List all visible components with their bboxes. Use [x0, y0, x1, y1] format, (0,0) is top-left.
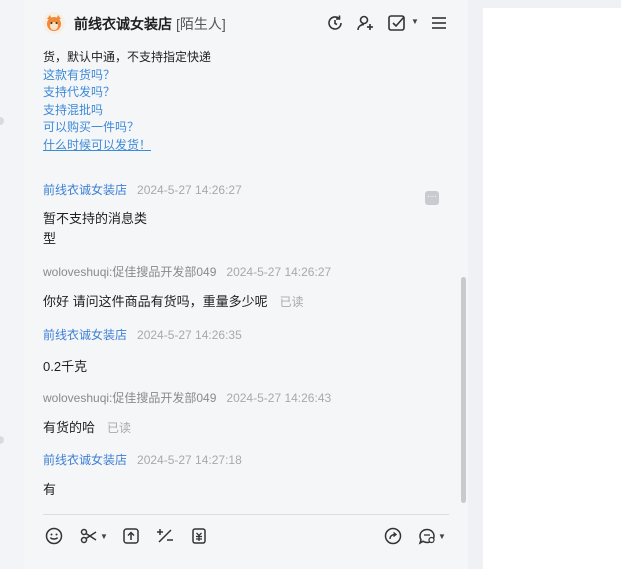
- sender-name[interactable]: 前线衣诚女装店: [43, 183, 127, 197]
- message-bubble-partial: …………………………………………………… 货，默认中通，不支持指定快递 这款有货…: [43, 44, 283, 155]
- chevron-down-icon: ▼: [100, 531, 108, 541]
- chevron-down-icon: ▼: [411, 17, 419, 26]
- scissors-icon: [80, 528, 97, 544]
- task-check-icon: [388, 15, 405, 31]
- add-contact-button[interactable]: [354, 12, 376, 34]
- message-header: woloveshuqi:促佳搜品开发部049 2024-5-27 14:26:27: [43, 263, 331, 280]
- message-item: 前线衣诚女装店 2024-5-27 14:26:27 暂不支持的消息类 型: [43, 181, 242, 249]
- upload-icon: [123, 528, 139, 544]
- message-line: 有货的哈: [43, 420, 96, 435]
- upload-button[interactable]: [121, 526, 141, 546]
- message-text: 货，默认中通，不支持指定快递: [43, 50, 212, 64]
- message-text: 你好 请问这件商品有货吗，重量多少呢 已读: [43, 291, 331, 310]
- read-status: 已读: [107, 421, 132, 435]
- message-text: 有: [43, 479, 242, 498]
- quick-question-links: 这款有货吗？ 支持代发吗？ 支持混批吗 可以购买一件吗？ 什么时候可以发货！: [43, 67, 283, 155]
- menu-icon: [432, 17, 446, 29]
- more-options-button[interactable]: ···: [425, 191, 439, 205]
- shop-name: 前线衣诚女装店: [74, 16, 172, 32]
- message-item: 前线衣诚女装店 2024-5-27 14:26:35 0.2千克: [43, 326, 242, 375]
- message-item: woloveshuqi:促佳搜品开发部049 2024-5-27 14:26:27…: [43, 263, 331, 310]
- cut-off-line: ……………………………………………………: [43, 44, 283, 48]
- message-list: …………………………………………………… 货，默认中通，不支持指定快递 这款有货…: [24, 44, 468, 512]
- sender-name[interactable]: woloveshuqi:促佳搜品开发部049: [43, 265, 216, 279]
- input-divider: [43, 514, 449, 515]
- message-header: 前线衣诚女装店 2024-5-27 14:26:35: [43, 326, 242, 343]
- message-line: 你好 请问这件商品有货吗，重量多少呢: [43, 294, 268, 309]
- history-button[interactable]: [324, 12, 346, 34]
- quick-question-link[interactable]: 什么时候可以发货！: [43, 137, 283, 155]
- chat-title: 前线衣诚女装店 [陌生人]: [74, 14, 226, 34]
- message-line: 型: [43, 231, 57, 246]
- strip-marker: [0, 117, 4, 125]
- order-button[interactable]: [189, 526, 209, 546]
- share-icon: [384, 527, 402, 545]
- message-time: 2024-5-27 14:26:35: [137, 328, 242, 342]
- discount-button[interactable]: [155, 526, 175, 546]
- strip-marker: [0, 436, 4, 444]
- message-text: 有货的哈 已读: [43, 417, 331, 436]
- sender-name[interactable]: 前线衣诚女装店: [43, 328, 127, 342]
- message-line: 0.2千克: [43, 359, 88, 374]
- message-text: 暂不支持的消息类 型: [43, 209, 242, 249]
- screenshot-button[interactable]: ▼: [79, 526, 108, 546]
- message-time: 2024-5-27 14:27:18: [137, 453, 242, 467]
- message-time: 2024-5-27 14:26:27: [137, 183, 242, 197]
- right-side-panel: [483, 8, 621, 569]
- cat-face-icon: [47, 15, 61, 31]
- quick-reply-icon: [418, 528, 435, 545]
- add-contact-icon: [357, 15, 373, 31]
- message-header: 前线衣诚女装店 2024-5-27 14:26:27: [43, 181, 242, 198]
- chat-header: 前线衣诚女装店 [陌生人] ▼: [24, 0, 468, 44]
- task-check-button[interactable]: ▼: [386, 12, 419, 34]
- emoji-button[interactable]: [44, 526, 64, 546]
- message-text: 0.2千克: [43, 356, 242, 375]
- sender-name[interactable]: woloveshuqi:促佳搜品开发部049: [43, 391, 216, 405]
- message-time: 2024-5-27 14:26:27: [226, 265, 332, 279]
- sender-name[interactable]: 前线衣诚女装店: [43, 453, 127, 467]
- message-line: 暂不支持的消息类: [43, 211, 148, 226]
- stranger-tag: [陌生人]: [176, 16, 226, 32]
- quick-question-link[interactable]: 可以购买一件吗？: [43, 119, 283, 137]
- message-item: 前线衣诚女装店 2024-5-27 14:27:18 有: [43, 451, 242, 498]
- emoji-icon: [45, 527, 63, 545]
- message-item: woloveshuqi:促佳搜品开发部049 2024-5-27 14:26:43…: [43, 389, 331, 436]
- shop-avatar[interactable]: [43, 12, 65, 34]
- order-icon: [192, 528, 206, 544]
- quick-question-link[interactable]: 这款有货吗？: [43, 67, 283, 85]
- message-scrollbar[interactable]: [461, 277, 466, 503]
- discount-icon: [157, 529, 173, 543]
- quick-question-link[interactable]: 支持代发吗？: [43, 84, 283, 102]
- left-strip: [0, 0, 25, 569]
- quick-reply-button[interactable]: ▼: [417, 526, 446, 546]
- menu-button[interactable]: [428, 12, 450, 34]
- share-button[interactable]: [383, 526, 403, 546]
- read-status: 已读: [279, 295, 304, 309]
- message-line: 有: [43, 482, 57, 497]
- chevron-down-icon: ▼: [438, 531, 446, 541]
- quick-question-link[interactable]: 支持混批吗: [43, 102, 283, 120]
- message-header: 前线衣诚女装店 2024-5-27 14:27:18: [43, 451, 242, 468]
- history-icon: [328, 15, 342, 30]
- chat-panel: 前线衣诚女装店 [陌生人] ▼ 货，默认中通，不支持指定快递 这款有货吗？ 支持…: [24, 0, 468, 569]
- message-time: 2024-5-27 14:26:43: [226, 391, 332, 405]
- message-header: woloveshuqi:促佳搜品开发部049 2024-5-27 14:26:43: [43, 389, 331, 406]
